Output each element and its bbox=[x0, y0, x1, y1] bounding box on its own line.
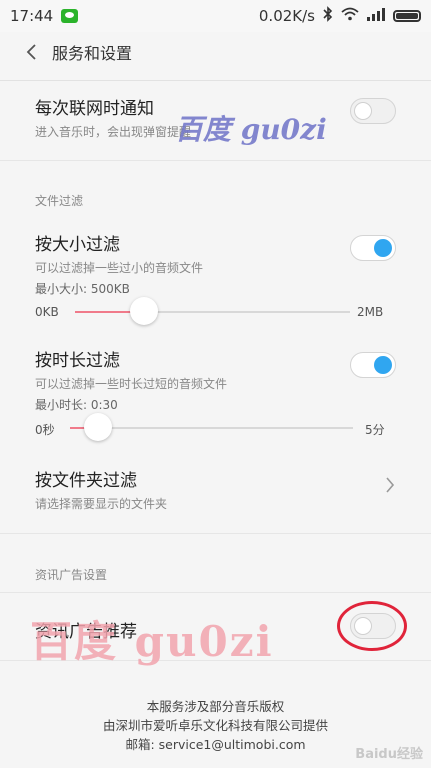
title-bar: 服务和设置 bbox=[0, 32, 431, 72]
bluetooth-icon bbox=[323, 6, 333, 26]
size-filter-toggle[interactable] bbox=[350, 235, 396, 261]
size-slider-min-label: 0KB bbox=[35, 305, 59, 319]
toggle-knob bbox=[374, 239, 392, 257]
duration-slider-thumb[interactable] bbox=[84, 413, 113, 441]
network-speed: 0.02K/s bbox=[258, 7, 315, 25]
footer-line-1: 本服务涉及部分音乐版权 bbox=[146, 699, 285, 714]
duration-filter-row[interactable]: 按时长过滤 可以过滤掉一些时长过短的音频文件 bbox=[35, 346, 396, 392]
signal-icon bbox=[367, 7, 385, 25]
status-bar: 17:44 0.02K/s bbox=[0, 0, 431, 32]
footer-line-2: 由深圳市爱听卓乐文化科技有限公司提供 bbox=[102, 718, 328, 733]
size-slider-thumb[interactable] bbox=[129, 297, 158, 325]
duration-slider-track[interactable] bbox=[70, 427, 353, 429]
notify-title: 每次联网时通知 bbox=[35, 99, 154, 119]
size-filter-desc: 可以过滤掉一些过小的音频文件 bbox=[35, 261, 204, 275]
section-divider bbox=[0, 660, 431, 661]
duration-filter-toggle[interactable] bbox=[350, 352, 396, 378]
toggle-knob bbox=[374, 356, 392, 374]
folder-filter-desc: 请选择需要显示的文件夹 bbox=[35, 497, 168, 511]
size-filter-title: 按大小过滤 bbox=[35, 235, 120, 255]
status-time: 17:44 bbox=[10, 7, 54, 25]
wechat-icon bbox=[61, 9, 79, 23]
status-right-group: 0.02K/s bbox=[259, 0, 421, 32]
footer: 本服务涉及部分音乐版权 由深圳市爱听卓乐文化科技有限公司提供 邮箱: servi… bbox=[0, 697, 431, 754]
duration-slider-max-label: 5分 bbox=[365, 423, 385, 437]
duration-slider-caption: 最小时长: 0:30 bbox=[35, 398, 118, 412]
file-filter-section-header: 文件过滤 bbox=[35, 194, 84, 208]
footer-line-3: 邮箱: service1@ultimobi.com bbox=[125, 737, 306, 752]
chevron-right-icon[interactable] bbox=[385, 476, 395, 498]
notify-toggle[interactable] bbox=[350, 98, 396, 124]
size-slider-max-label: 2MB bbox=[357, 305, 384, 319]
highlight-annotation-ring bbox=[337, 601, 407, 651]
size-slider-caption: 最小大小: 500KB bbox=[35, 282, 130, 296]
section-divider bbox=[0, 533, 431, 534]
duration-filter-desc: 可以过滤掉一些时长过短的音频文件 bbox=[35, 377, 228, 391]
duration-filter-title: 按时长过滤 bbox=[35, 351, 120, 371]
section-divider bbox=[0, 592, 431, 593]
folder-filter-row[interactable]: 按文件夹过滤 请选择需要显示的文件夹 bbox=[35, 466, 396, 512]
duration-slider-min-label: 0秒 bbox=[35, 423, 55, 437]
notify-setting-row[interactable]: 每次联网时通知 进入音乐时，会出现弹窗提醒 bbox=[35, 94, 396, 140]
toggle-knob bbox=[354, 102, 372, 120]
section-divider bbox=[0, 160, 431, 161]
title-divider bbox=[0, 80, 431, 81]
ad-section-header: 资讯广告设置 bbox=[35, 568, 108, 582]
folder-filter-title: 按文件夹过滤 bbox=[35, 471, 137, 491]
battery-icon bbox=[393, 10, 421, 22]
notify-desc: 进入音乐时，会出现弹窗提醒 bbox=[35, 125, 192, 139]
size-filter-row[interactable]: 按大小过滤 可以过滤掉一些过小的音频文件 bbox=[35, 230, 396, 276]
page-title: 服务和设置 bbox=[52, 44, 133, 63]
wifi-icon bbox=[341, 7, 359, 25]
back-arrow-icon[interactable] bbox=[16, 37, 46, 67]
